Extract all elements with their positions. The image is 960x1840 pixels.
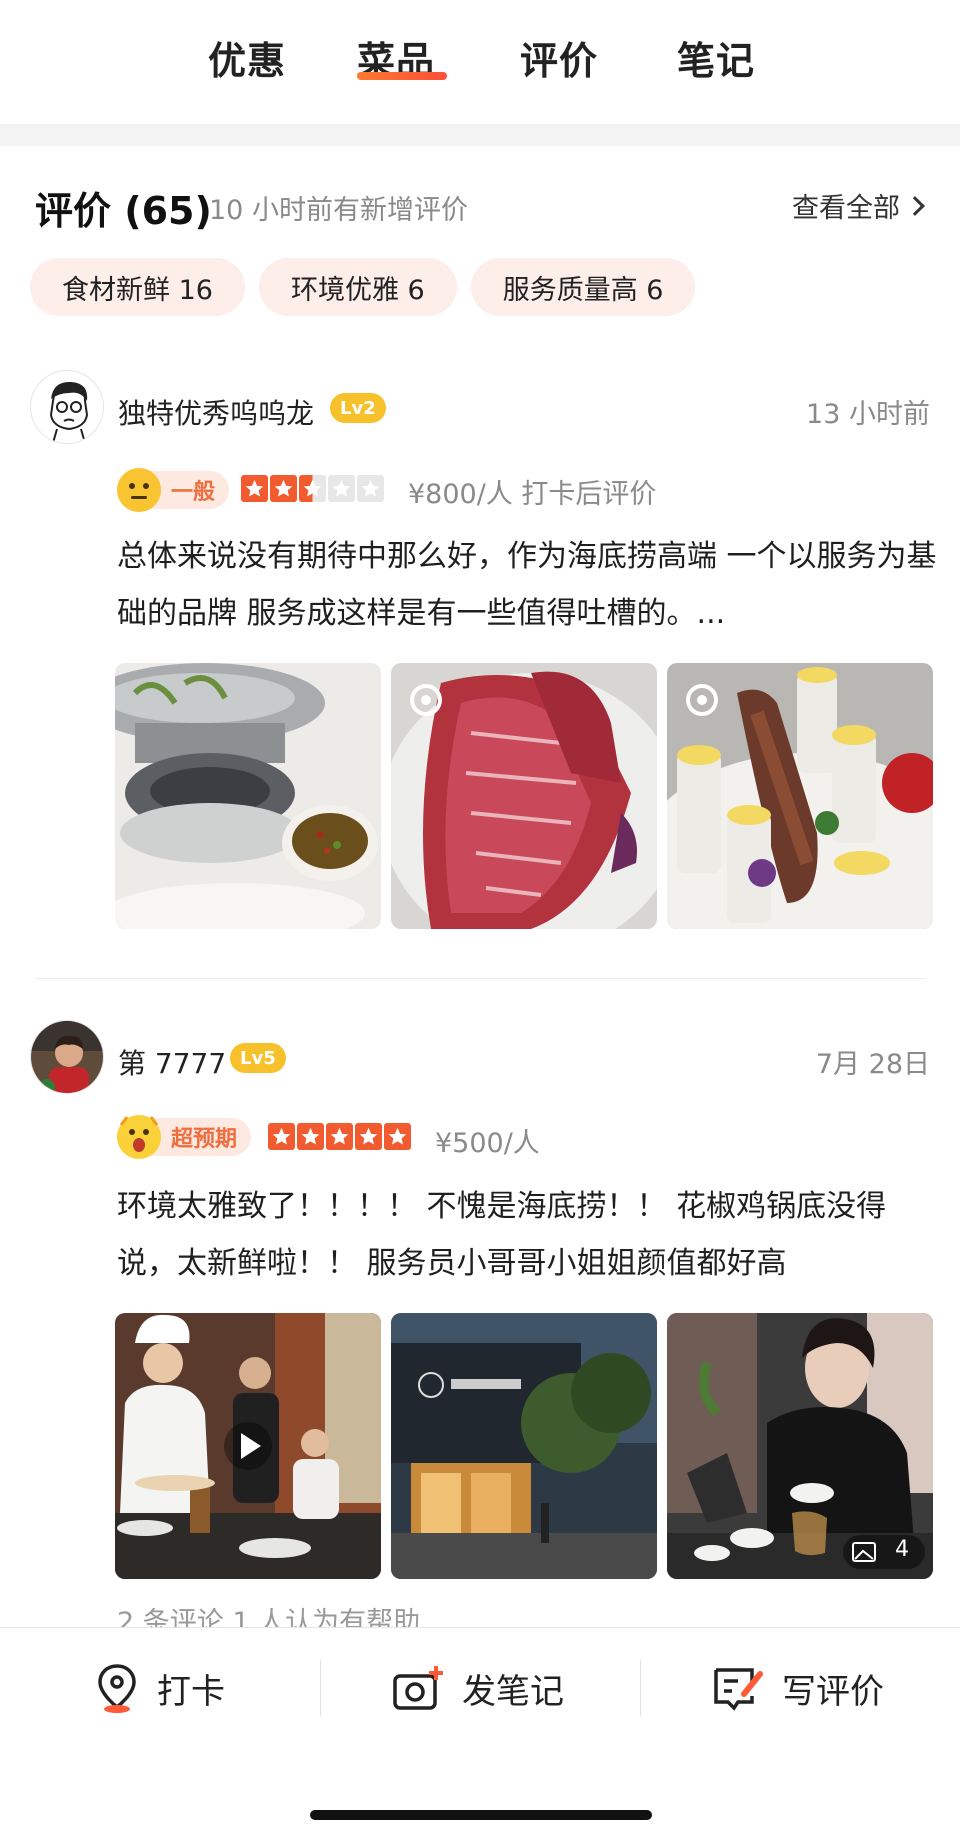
reviews-title: 评价 (65) <box>35 189 212 233</box>
review-tag[interactable]: 食材新鲜 16 <box>30 258 245 316</box>
checkin-button[interactable]: 打卡 <box>95 1658 225 1718</box>
star-icon <box>355 1123 382 1150</box>
review-separator <box>36 978 926 979</box>
review-tag-list: 食材新鲜 16 环境优雅 6 服务质量高 6 <box>30 258 696 316</box>
write-review-icon <box>714 1668 763 1711</box>
star-icon <box>270 475 297 502</box>
review-time: 7月 28日 <box>815 1049 930 1080</box>
write-review-button[interactable]: 写评价 <box>712 1658 884 1718</box>
tab-notes[interactable]: 笔记 <box>677 30 755 85</box>
review-video[interactable] <box>115 1313 381 1579</box>
star-icon <box>297 1123 324 1150</box>
star-icon <box>326 1123 353 1150</box>
star-icon <box>357 475 384 502</box>
username[interactable]: 第 7777 <box>118 1042 226 1082</box>
review-photo[interactable] <box>391 663 657 929</box>
star-rating <box>268 1123 411 1150</box>
bar-divider <box>640 1660 641 1716</box>
price-per-person: ¥500/人 <box>435 1128 540 1159</box>
avatar[interactable] <box>30 1020 104 1094</box>
review-photos: 4 <box>115 1313 933 1579</box>
reviews-subtitle: 10 小时前有新增评价 <box>209 195 468 226</box>
review-photo[interactable] <box>115 663 381 929</box>
mood-badge: 超预期 <box>117 1115 252 1159</box>
star-icon <box>328 475 355 502</box>
photo-count: 4 <box>895 1537 909 1562</box>
mood-badge: 一般 <box>117 468 230 512</box>
review-text[interactable]: 总体来说没有期待中那么好，作为海底捞高端 一个以服务为基础的品牌 服务成这样是有… <box>117 528 937 642</box>
location-pin-icon <box>98 1664 136 1713</box>
bar-divider <box>320 1660 321 1716</box>
level-badge: Lv5 <box>230 1043 286 1073</box>
top-tab-bar: 优惠 菜品 评价 笔记 <box>0 0 960 124</box>
review-tag[interactable]: 服务质量高 6 <box>470 258 696 316</box>
chevron-right-icon <box>905 195 925 216</box>
review-photos <box>115 663 933 929</box>
price-per-person: ¥800/人 打卡后评价 <box>408 479 657 510</box>
review-tag[interactable]: 环境优雅 6 <box>258 258 457 316</box>
review-photo[interactable] <box>667 663 933 929</box>
bottom-action-bar: 打卡 发笔记 写评价 <box>0 1627 960 1840</box>
avatar[interactable] <box>30 370 104 444</box>
star-rating <box>241 475 384 502</box>
write-review-label: 写评价 <box>782 1671 884 1712</box>
username[interactable]: 独特优秀呜呜龙 <box>118 392 314 432</box>
review-photo[interactable]: 4 <box>667 1313 933 1579</box>
post-note-label: 发笔记 <box>462 1671 564 1712</box>
review-time: 13 小时前 <box>806 399 930 430</box>
star-icon <box>241 475 268 502</box>
home-indicator <box>310 1810 652 1820</box>
neutral-face-icon <box>117 468 161 512</box>
view-all-link[interactable]: 查看全部 <box>792 186 925 225</box>
tab-discounts[interactable]: 优惠 <box>208 30 286 85</box>
surprised-face-icon <box>117 1115 161 1159</box>
star-icon <box>268 1123 295 1150</box>
view-all-label: 查看全部 <box>792 193 900 224</box>
review-photo[interactable] <box>391 1313 657 1579</box>
level-badge: Lv2 <box>330 393 386 423</box>
half-star-icon <box>299 475 326 502</box>
review-text[interactable]: 环境太雅致了！！！！ 不愧是海底捞！！ 花椒鸡锅底没得说，太新鲜啦！！ 服务员小… <box>117 1178 937 1292</box>
section-divider <box>0 124 960 146</box>
checkin-label: 打卡 <box>157 1671 225 1712</box>
star-icon <box>384 1123 411 1150</box>
tab-reviews[interactable]: 评价 <box>520 30 598 85</box>
camera-add-icon <box>393 1666 443 1710</box>
active-tab-indicator <box>357 72 447 80</box>
post-note-button[interactable]: 发笔记 <box>392 1658 564 1718</box>
